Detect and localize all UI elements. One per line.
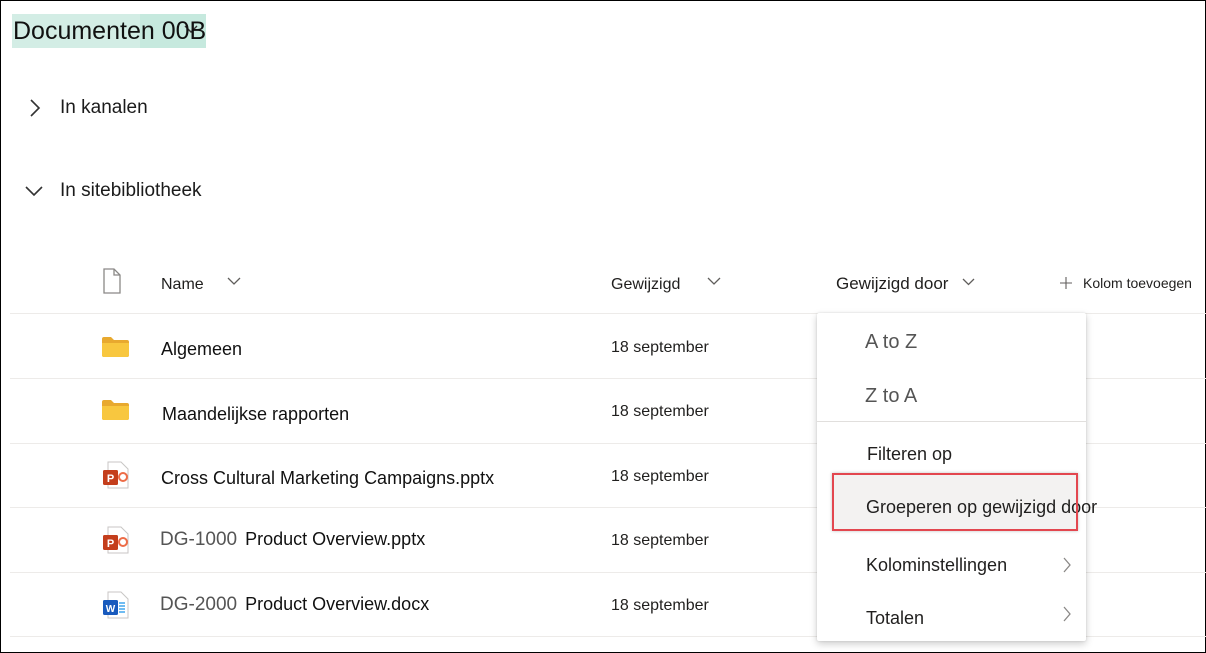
- menu-item-sort-asc[interactable]: A to Z: [817, 331, 1086, 355]
- table-row-name[interactable]: Maandelijkse rapporten: [162, 404, 349, 425]
- word-file-icon: W: [103, 591, 129, 619]
- table-row-modified: 18 september: [611, 339, 709, 356]
- chevron-down-icon[interactable]: [227, 277, 241, 286]
- menu-item-label: Kolominstellingen: [866, 555, 1008, 575]
- table-row-modified: 18 september: [611, 403, 709, 420]
- column-header-modified[interactable]: Gewijzigd: [611, 276, 680, 294]
- menu-item-sort-desc[interactable]: Z to A: [817, 385, 1086, 409]
- section-label: In sitebibliotheek: [60, 180, 202, 201]
- plus-icon: [1060, 277, 1072, 289]
- table-row-name[interactable]: DG-1000 Product Overview.pptx: [160, 529, 425, 551]
- svg-text:P: P: [107, 473, 114, 485]
- document-id-prefix: DG-1000: [160, 529, 238, 550]
- menu-item-label: Filteren op: [867, 444, 953, 464]
- chevron-down-icon[interactable]: [707, 277, 721, 286]
- file-type-header-icon[interactable]: [102, 268, 122, 294]
- section-in-kanalen[interactable]: In kanalen: [28, 97, 148, 119]
- table-row-name[interactable]: DG-2000 Product Overview.docx: [160, 594, 429, 616]
- menu-item-label: Z to A: [865, 385, 918, 407]
- column-header-name-label: Name: [161, 276, 204, 293]
- table-row-name[interactable]: Cross Cultural Marketing Campaigns.pptx: [161, 468, 494, 489]
- chevron-right-icon: [30, 99, 41, 117]
- menu-divider: [817, 421, 1086, 422]
- svg-text:P: P: [107, 538, 114, 550]
- section-label: In kanalen: [60, 97, 148, 118]
- file-name: Product Overview.pptx: [245, 529, 426, 549]
- chevron-right-icon: [1063, 606, 1071, 622]
- folder-icon: [102, 400, 129, 420]
- menu-item-column-settings[interactable]: Kolominstellingen: [866, 555, 1072, 577]
- chevron-down-icon: [25, 186, 43, 197]
- column-header-modified-by-label: Gewijzigd door: [836, 274, 949, 293]
- svg-text:W: W: [106, 604, 116, 615]
- column-header-modified-by[interactable]: Gewijzigd door: [836, 274, 948, 294]
- section-in-sitebibliotheek[interactable]: In sitebibliotheek: [24, 180, 202, 202]
- column-header-name[interactable]: Name: [161, 276, 204, 294]
- menu-item-label: A to Z: [865, 331, 918, 353]
- add-column-button[interactable]: Kolom toevoegen: [1059, 275, 1192, 291]
- menu-item-filter[interactable]: Filteren op: [817, 444, 1086, 466]
- file-name: Product Overview.docx: [245, 594, 430, 614]
- menu-item-label: Totalen: [866, 608, 925, 628]
- table-row-modified: 18 september: [611, 468, 709, 485]
- table-row-modified: 18 september: [611, 597, 709, 614]
- powerpoint-file-icon: P: [103, 526, 129, 554]
- table-row-name[interactable]: Algemeen: [161, 339, 242, 360]
- chevron-down-icon[interactable]: [962, 278, 975, 286]
- chevron-right-icon: [1063, 557, 1071, 573]
- document-id-prefix: DG-2000: [160, 594, 238, 615]
- highlight-callout-box: [832, 473, 1078, 531]
- library-title-button[interactable]: Documenten 00B: [12, 14, 207, 48]
- library-title: Documenten 00B: [13, 16, 207, 45]
- column-header-modified-label: Gewijzigd: [611, 276, 681, 293]
- add-column-label: Kolom toevoegen: [1083, 275, 1192, 291]
- menu-item-totals[interactable]: Totalen: [866, 606, 1072, 630]
- folder-icon: [102, 337, 129, 357]
- table-row-modified: 18 september: [611, 532, 709, 549]
- powerpoint-file-icon: P: [103, 461, 129, 489]
